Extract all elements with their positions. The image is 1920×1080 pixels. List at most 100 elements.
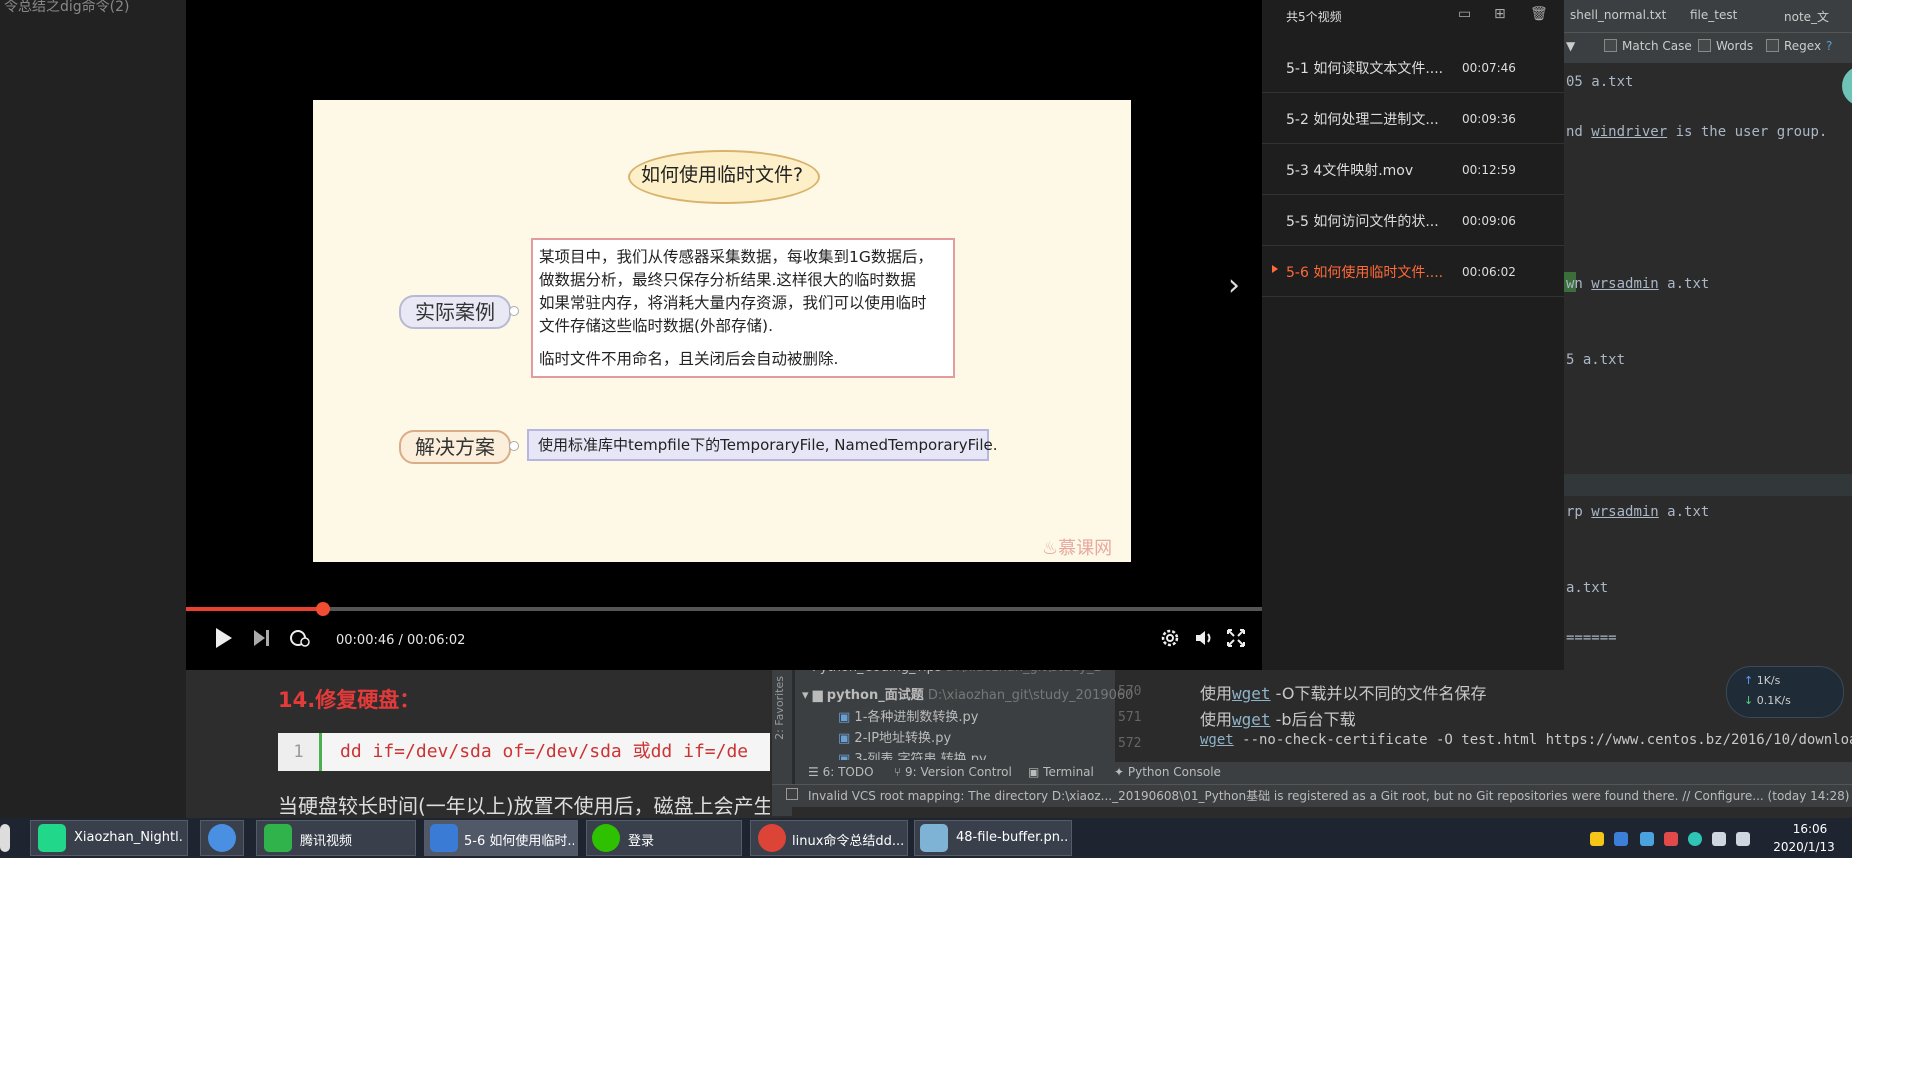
progress-fill xyxy=(186,607,323,611)
match-case-label: Match Case xyxy=(1622,39,1692,53)
volume-icon[interactable] xyxy=(1194,627,1216,655)
list-icon: ☰ xyxy=(808,765,823,779)
line-number: 570 xyxy=(1118,684,1142,699)
playlist-item-duration: 00:09:06 xyxy=(1462,214,1516,228)
code-line: a.txt xyxy=(1566,580,1609,596)
ide-tab-file-test[interactable]: file_test xyxy=(1690,8,1737,22)
match-case-option[interactable]: Match Case xyxy=(1604,39,1692,53)
editor-line: 使用wget -O下载并以不同的文件名保存 xyxy=(1200,684,1487,703)
next-video-chevron-icon[interactable]: › xyxy=(1228,268,1240,303)
tray-security-icon[interactable] xyxy=(1614,832,1628,846)
playlist-item-duration: 00:06:02 xyxy=(1462,265,1516,279)
section-heading: 14.修复硬盘： xyxy=(278,688,421,712)
folder-open-icon[interactable]: ▭ xyxy=(1458,6,1471,22)
clock-time[interactable]: 16:06 xyxy=(1780,822,1840,836)
filter-icon[interactable]: ▼ xyxy=(1566,39,1575,53)
start-icon[interactable] xyxy=(0,824,10,852)
progress-track[interactable] xyxy=(186,607,1262,611)
paint-icon xyxy=(920,824,948,852)
now-playing-icon xyxy=(1272,265,1278,273)
tray-sync-icon[interactable] xyxy=(1688,832,1702,846)
editor-line: wget --no-check-certificate -O test.html… xyxy=(1200,732,1852,748)
download-speed: ↓ 0.1K/s xyxy=(1744,694,1791,707)
code-text: dd if=/dev/sda of=/dev/sda 或dd if=/de xyxy=(340,741,749,762)
flame-icon: ♨ xyxy=(1042,538,1059,559)
playlist-item-duration: 00:07:46 xyxy=(1462,61,1516,75)
words-label: Words xyxy=(1716,39,1754,53)
case-label: 实际案例 xyxy=(399,295,511,329)
python-console-tool-button[interactable]: ✦ Python Console xyxy=(1114,765,1221,779)
code-line: rp wrsadmin a.txt xyxy=(1566,504,1710,520)
python-file-icon: ▣ xyxy=(838,731,855,746)
code-line-number: 1 xyxy=(278,733,322,771)
taskbar-item-label: 腾讯视频 xyxy=(300,834,353,849)
terminal-tool-button[interactable]: ▣ Terminal xyxy=(1028,765,1094,779)
upload-speed: ↑ 1K/s xyxy=(1744,674,1781,687)
playlist-item-title: 5-3 4文件映射.mov xyxy=(1286,163,1414,179)
loop-icon[interactable] xyxy=(288,627,312,655)
connector-dot xyxy=(509,441,519,451)
status-square-icon[interactable] xyxy=(786,788,798,800)
page-sidebar xyxy=(0,0,186,820)
case-line: 某项目中，我们从传感器采集数据，每收集到1G数据后， xyxy=(539,248,933,266)
speaker-icon[interactable] xyxy=(1736,832,1750,846)
words-checkbox[interactable] xyxy=(1698,39,1711,52)
playlist-item-title: 5-1 如何读取文本文件.... xyxy=(1286,61,1444,77)
ide-tab-shell-normal[interactable]: shell_normal.txt xyxy=(1570,8,1666,22)
page-tab-title[interactable]: 令总结之dig命令(2) xyxy=(4,0,130,16)
case-line: 做数据分析，最终只保存分析结果.这样很大的临时数据 xyxy=(539,271,916,289)
version-control-tool-button[interactable]: ⑂ 9: Version Control xyxy=(894,765,1012,779)
playlist-item-title: 5-5 如何访问文件的状... xyxy=(1286,214,1439,230)
ide-editor-top xyxy=(1564,0,1852,666)
playlist-item-duration: 00:12:59 xyxy=(1462,163,1516,177)
case-line: 文件存储这些临时数据(外部存储). xyxy=(539,317,774,335)
python-file-icon: ▣ xyxy=(838,710,855,725)
trash-icon[interactable]: 🗑 xyxy=(1530,6,1548,22)
settings-icon[interactable] xyxy=(1160,627,1180,655)
vcs-status-message[interactable]: Invalid VCS root mapping: The directory … xyxy=(808,787,1849,804)
wechat-icon xyxy=(592,824,620,852)
line-number: 571 xyxy=(1118,710,1142,725)
tray-player-icon[interactable] xyxy=(1590,832,1604,846)
branch-icon: ⑂ xyxy=(894,765,906,779)
tree-file[interactable]: ▣ 2-IP地址转换.py xyxy=(838,727,951,746)
progress-knob[interactable] xyxy=(315,602,330,616)
regex-label: Regex xyxy=(1784,39,1822,53)
help-icon[interactable]: ? xyxy=(1826,39,1832,53)
next-icon[interactable] xyxy=(252,627,272,655)
editor-line: 使用wget -b后台下载 xyxy=(1200,710,1356,729)
arrow-up-icon: ↑ xyxy=(1744,674,1757,687)
match-case-checkbox[interactable] xyxy=(1604,39,1617,52)
current-line-highlight xyxy=(1564,474,1852,496)
video-player-icon xyxy=(430,824,458,852)
todo-tool-button[interactable]: ☰ 6: TODO xyxy=(808,765,874,779)
play-icon[interactable] xyxy=(214,627,234,655)
tree-file[interactable]: ▣ 1-各种进制数转换.py xyxy=(838,706,978,725)
playlist-item-title: 5-6 如何使用临时文件.... xyxy=(1286,265,1444,281)
case-description-box: 某项目中，我们从传感器采集数据，每收集到1G数据后， 做数据分析，最终只保存分析… xyxy=(531,238,955,378)
chrome-icon xyxy=(758,824,786,852)
fullscreen-icon[interactable] xyxy=(1226,627,1246,655)
ide-tab-note[interactable]: note_文 xyxy=(1784,8,1829,25)
favorites-label[interactable]: 2: Favorites xyxy=(773,676,786,740)
case-line: 如果常驻内存，将消耗大量内存资源，我们可以使用临时 xyxy=(539,294,927,312)
regex-checkbox[interactable] xyxy=(1766,39,1779,52)
line-number: 572 xyxy=(1118,736,1142,751)
network-icon[interactable] xyxy=(1712,832,1726,846)
regex-option[interactable]: Regex xyxy=(1766,39,1821,53)
code-line: wn wrsadmin a.txt xyxy=(1566,276,1710,292)
tree-folder[interactable]: ▾ ▆ python_面试题 D:\xiaozhan_git\study_201… xyxy=(802,684,1133,703)
add-file-icon[interactable]: ⊞ xyxy=(1494,6,1506,22)
code-line: 05 a.txt xyxy=(1566,74,1634,90)
clock-date[interactable]: 2020/1/13 xyxy=(1768,840,1840,854)
words-option[interactable]: Words xyxy=(1698,39,1753,53)
taskbar-item-label: 登录 xyxy=(628,834,655,849)
tree-file[interactable]: ▣ 3-列表,字符串,转换.py xyxy=(838,748,987,760)
arrow-down-icon: ↓ xyxy=(1744,694,1757,707)
tray-flag-icon[interactable] xyxy=(1664,832,1678,846)
tray-shield-icon[interactable] xyxy=(1640,832,1654,846)
folder-icon: ▾ ▆ xyxy=(802,688,827,703)
pycharm-icon xyxy=(38,824,66,852)
playback-time: 00:00:46 / 00:06:02 xyxy=(336,633,466,648)
body-paragraph: 当硬盘较长时间(一年以上)放置不使用后，磁盘上会产生 xyxy=(278,794,774,818)
